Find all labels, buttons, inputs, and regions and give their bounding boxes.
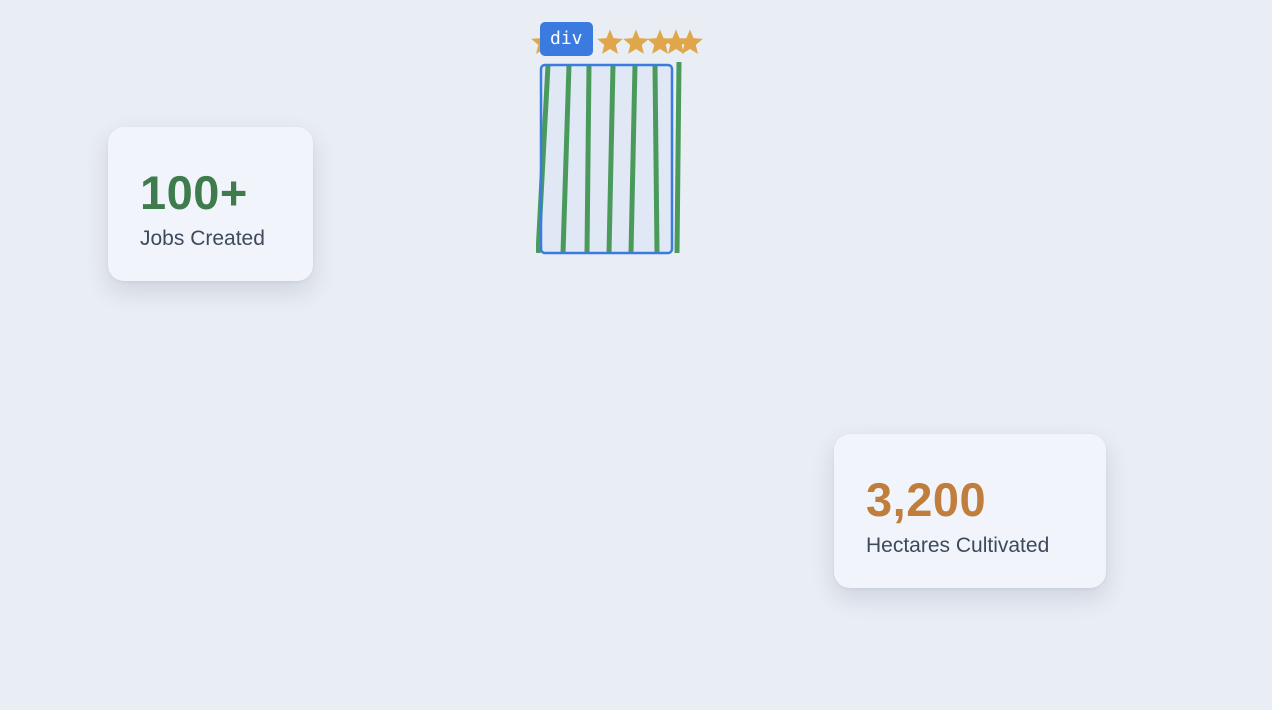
stat-label: Jobs Created [140, 227, 265, 250]
star-icon [597, 29, 623, 54]
inspected-element-highlight [536, 62, 682, 255]
element-inspector-tag: div [540, 22, 593, 56]
stat-value: 100+ [140, 166, 248, 219]
stat-value: 3,200 [866, 473, 987, 526]
stat-card-jobs: 100+ Jobs Created [108, 127, 313, 281]
star-icon [677, 29, 703, 54]
stripe [584, 64, 592, 254]
highlight-fill [541, 65, 672, 253]
stat-label: Hectares Cultivated [866, 534, 1050, 557]
stripe [652, 64, 660, 254]
stripe [674, 62, 682, 254]
stat-card-hectares: 3,200 Hectares Cultivated [834, 434, 1106, 588]
